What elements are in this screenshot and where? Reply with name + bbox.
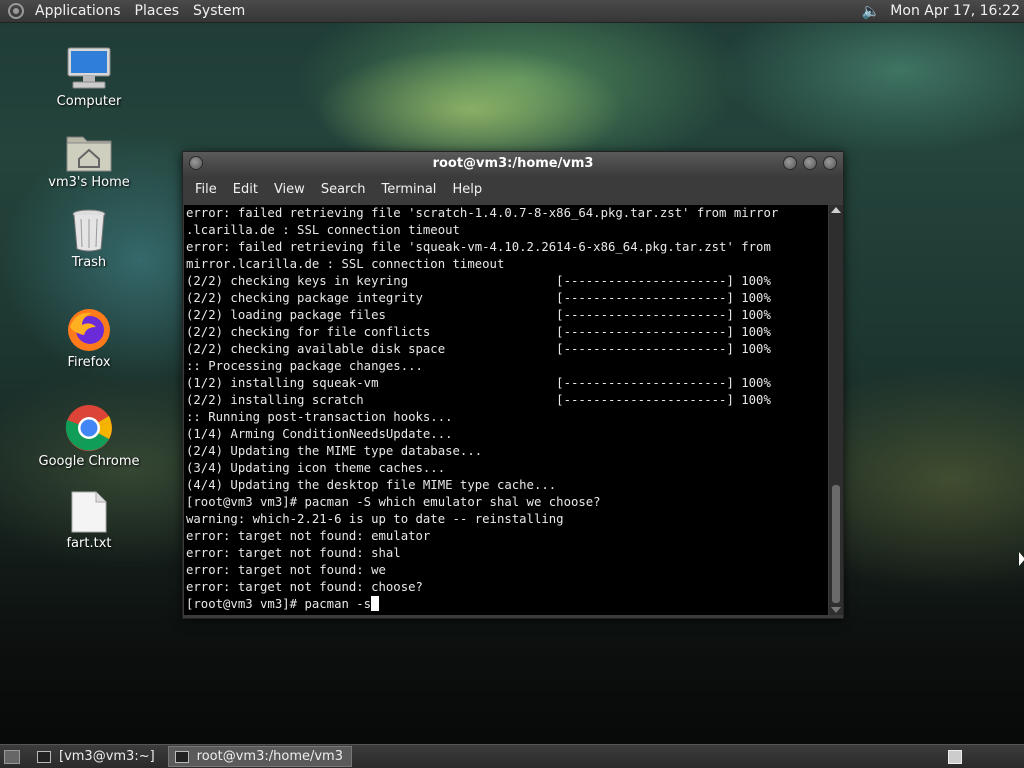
- menu-search[interactable]: Search: [313, 182, 374, 197]
- terminal-icon: [174, 750, 189, 763]
- desktop-icon-trash[interactable]: Trash: [34, 207, 144, 270]
- desktop-icon-label: Firefox: [67, 355, 111, 370]
- menu-applications[interactable]: Applications: [28, 3, 128, 19]
- terminal-line: [root@vm3 vm3]# pacman -S which emulator…: [186, 495, 601, 509]
- menu-file[interactable]: File: [187, 182, 225, 197]
- top-panel: Applications Places System 🔈 Mon Apr 17,…: [0, 0, 1024, 23]
- desktop-icon-label: Google Chrome: [38, 454, 140, 469]
- terminal-prompt: [root@vm3 vm3]# pacman -s: [186, 597, 372, 611]
- terminal-output[interactable]: error: failed retrieving file 'scratch-1…: [184, 205, 828, 615]
- taskbar-item-label: [vm3@vm3:~]: [59, 749, 155, 764]
- distro-logo-icon[interactable]: [8, 3, 24, 19]
- terminal-line: (1/4) Arming ConditionNeedsUpdate...: [186, 427, 453, 441]
- chrome-icon: [34, 405, 144, 452]
- show-desktop-icon[interactable]: [4, 749, 20, 764]
- window-titlebar[interactable]: root@vm3:/home/vm3: [183, 152, 843, 176]
- menu-edit[interactable]: Edit: [225, 182, 266, 197]
- text-cursor: [371, 596, 380, 611]
- desktop-icon-home[interactable]: vm3's Home: [34, 127, 144, 190]
- terminal-line: error: target not found: choose?: [186, 580, 423, 594]
- terminal-line: error: failed retrieving file 'scratch-1…: [186, 206, 779, 220]
- terminal-line: error: failed retrieving file 'squeak-vm…: [186, 240, 771, 254]
- panel-tray: 🔈 Mon Apr 17, 16:22: [862, 2, 1024, 20]
- menu-view[interactable]: View: [266, 182, 313, 197]
- terminal-line: (3/4) Updating icon theme caches...: [186, 461, 446, 475]
- terminal-line: (4/4) Updating the desktop file MIME typ…: [186, 478, 557, 492]
- workspace-switcher[interactable]: [948, 749, 962, 764]
- taskbar-item[interactable]: [vm3@vm3:~]: [30, 746, 164, 767]
- terminal-line: (1/2) installing squeak-vm [------------…: [186, 376, 771, 390]
- desktop-icon-label: Trash: [71, 255, 107, 270]
- desktop-icon-label: vm3's Home: [48, 175, 130, 190]
- terminal-line: (2/2) checking keys in keyring [--------…: [186, 274, 771, 288]
- window-title: root@vm3:/home/vm3: [432, 156, 594, 171]
- terminal-line: warning: which-2.21-6 is up to date -- r…: [186, 512, 564, 526]
- terminal-line: mirror.lcarilla.de : SSL connection time…: [186, 257, 505, 271]
- desktop-icon-text-file[interactable]: fart.txt: [34, 488, 144, 551]
- terminal-line: (2/2) checking for file conflicts [-----…: [186, 325, 771, 339]
- terminal-prompt-line[interactable]: [root@vm3 vm3]# pacman -s: [186, 596, 828, 613]
- text-file-icon: [34, 488, 144, 534]
- maximize-button[interactable]: [803, 156, 817, 170]
- bottom-panel: [vm3@vm3:~] root@vm3:/home/vm3: [0, 744, 1024, 768]
- menu-help[interactable]: Help: [444, 182, 490, 197]
- minimize-button[interactable]: [783, 156, 797, 170]
- desktop-icon-label: Computer: [56, 94, 122, 109]
- trash-icon: [34, 207, 144, 253]
- mouse-pointer-icon: [1019, 552, 1024, 566]
- scroll-down-arrow-icon[interactable]: [831, 607, 841, 613]
- window-menubar: File Edit View Search Terminal Help: [183, 176, 843, 202]
- terminal-line: error: target not found: emulator: [186, 529, 431, 543]
- terminal-line: :: Processing package changes...: [186, 359, 423, 373]
- menu-terminal[interactable]: Terminal: [373, 182, 444, 197]
- terminal-icon: [37, 750, 51, 763]
- terminal-line: (2/2) checking available disk space [---…: [186, 342, 771, 356]
- terminal-line: error: target not found: we: [186, 563, 386, 577]
- desktop-icon-firefox[interactable]: Firefox: [34, 307, 144, 370]
- terminal-line: (2/2) loading package files [-----------…: [186, 308, 771, 322]
- desktop-icon-computer[interactable]: Computer: [34, 46, 144, 109]
- computer-icon: [34, 46, 144, 92]
- taskbar-item-active[interactable]: root@vm3:/home/vm3: [167, 746, 352, 767]
- terminal-line: (2/4) Updating the MIME type database...: [186, 444, 483, 458]
- firefox-icon: [34, 307, 144, 353]
- desktop-icon-label: fart.txt: [66, 536, 112, 551]
- scrollbar-thumb[interactable]: [832, 485, 840, 603]
- menu-places[interactable]: Places: [128, 3, 187, 19]
- desktop-icon-chrome[interactable]: Google Chrome: [34, 405, 144, 469]
- terminal-line: .lcarilla.de : SSL connection timeout: [186, 223, 460, 237]
- taskbar-item-label: root@vm3:/home/vm3: [196, 749, 343, 764]
- terminal-line: :: Running post-transaction hooks...: [186, 410, 453, 424]
- clock[interactable]: Mon Apr 17, 16:22: [890, 3, 1024, 19]
- scroll-up-arrow-icon[interactable]: [831, 207, 841, 213]
- terminal-line: (2/2) checking package integrity [------…: [186, 291, 771, 305]
- terminal-line: error: target not found: shal: [186, 546, 401, 560]
- home-folder-icon: [34, 127, 144, 173]
- terminal-line: (2/2) installing scratch [--------------…: [186, 393, 771, 407]
- close-button[interactable]: [823, 156, 837, 170]
- speaker-icon[interactable]: 🔈: [862, 2, 881, 20]
- terminal-scrollbar[interactable]: [829, 205, 843, 615]
- menu-system[interactable]: System: [186, 3, 252, 19]
- terminal-window[interactable]: root@vm3:/home/vm3 File Edit View Search…: [182, 151, 844, 619]
